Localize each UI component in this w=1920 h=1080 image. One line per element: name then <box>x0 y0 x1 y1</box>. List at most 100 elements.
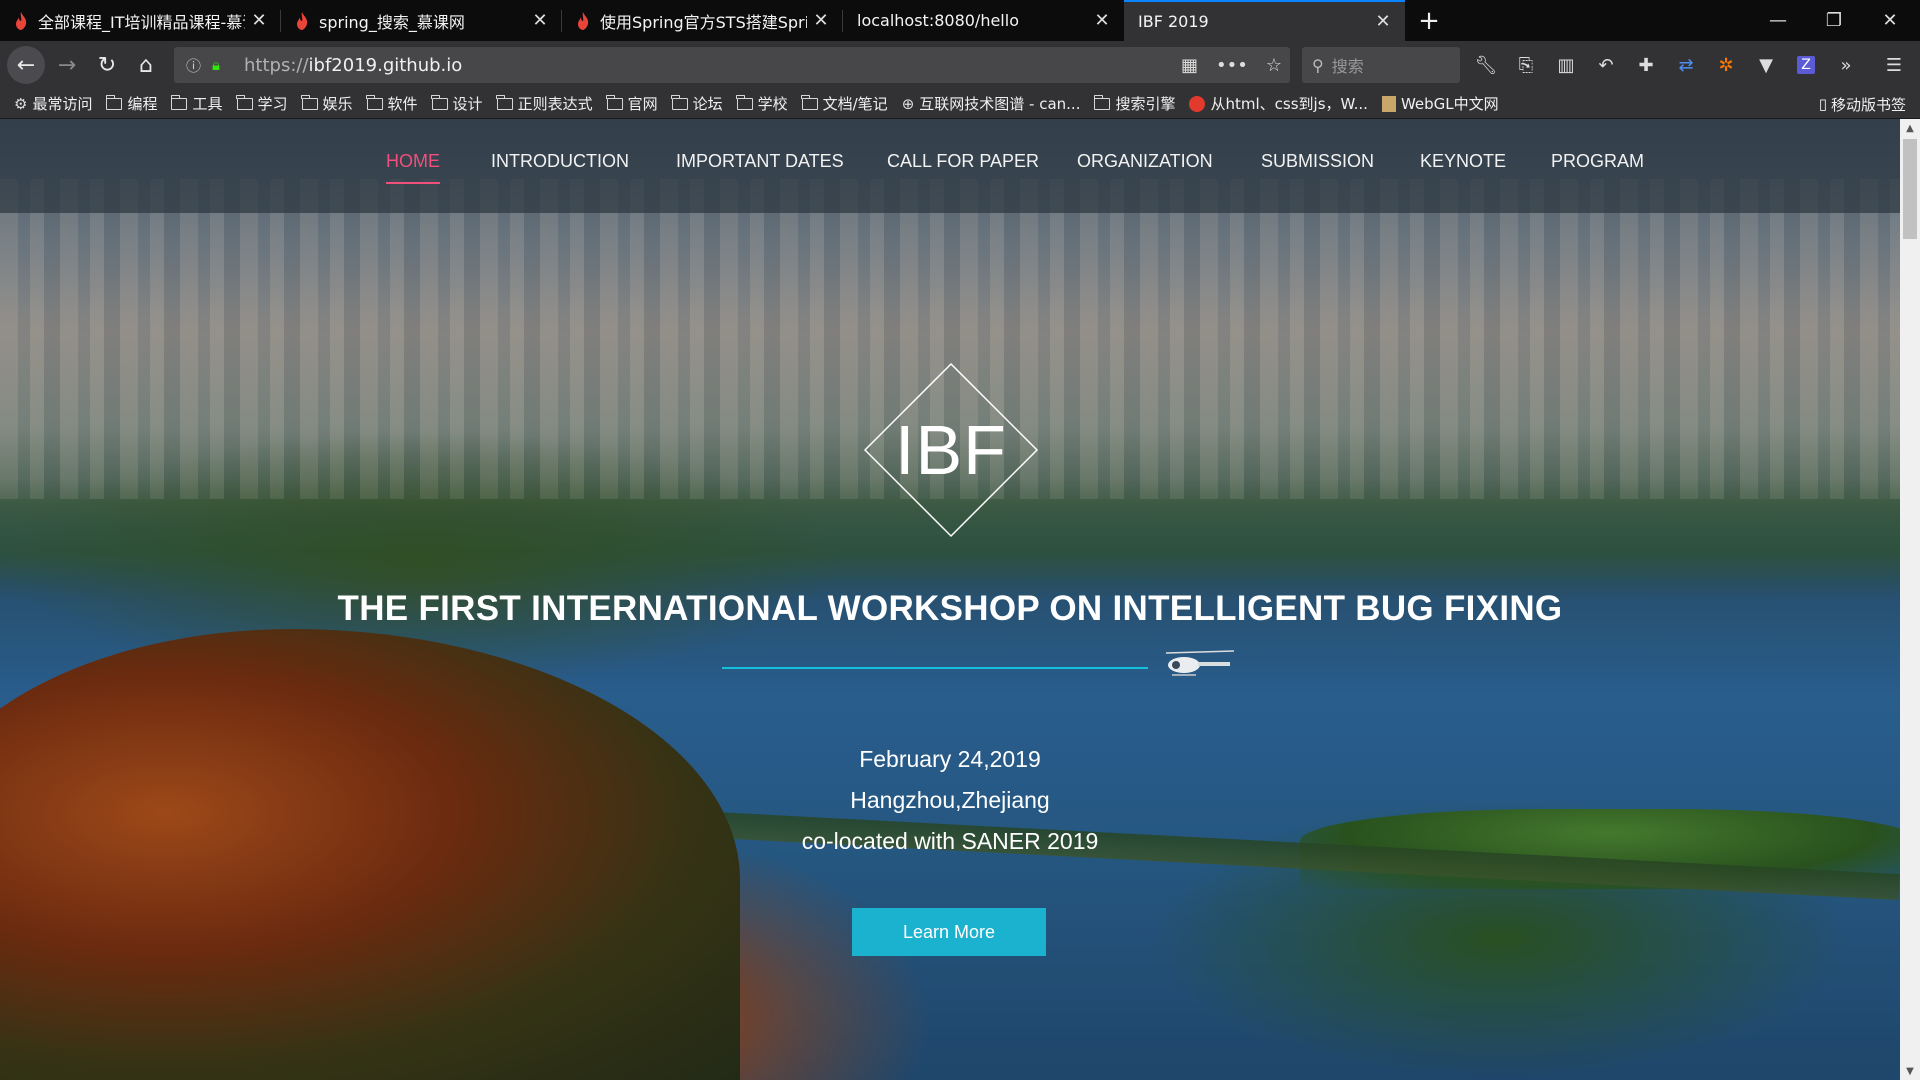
minimize-button[interactable]: — <box>1750 0 1806 41</box>
info-icon[interactable]: ⓘ <box>186 55 206 76</box>
bookmark-label: 编程 <box>127 95 158 113</box>
bookmark-label: 娱乐 <box>322 95 353 113</box>
mobile-bookmarks-label: 移动版书签 <box>1830 95 1906 114</box>
bookmark-star-icon[interactable]: ☆ <box>1266 55 1282 76</box>
addon-gear-icon[interactable]: ✲ <box>1710 49 1742 81</box>
event-colocated: co-located with SANER 2019 <box>801 828 1099 854</box>
nav-introduction[interactable]: INTRODUCTION <box>491 151 629 172</box>
tab-title: localhost:8080/hello <box>857 11 1019 30</box>
reload-button[interactable]: ↻ <box>90 48 124 82</box>
mobile-bookmarks[interactable]: ▯ 移动版书签 <box>1819 89 1906 119</box>
event-location: Hangzhou,Zhejiang <box>850 787 1050 813</box>
home-icon: ⌂ <box>139 52 153 78</box>
globe-icon: ⊕ <box>901 94 915 113</box>
tab-close-icon[interactable]: ✕ <box>245 7 273 35</box>
extension-puzzle-icon[interactable]: ✚ <box>1630 49 1662 81</box>
bookmark-folder[interactable]: 文档/笔记 <box>801 93 888 114</box>
html-badge-icon <box>1189 95 1206 112</box>
scroll-down-arrow-icon[interactable]: ▼ <box>1900 1062 1920 1080</box>
scroll-up-arrow-icon[interactable]: ▲ <box>1900 119 1920 137</box>
nav-keynote[interactable]: KEYNOTE <box>1420 151 1506 172</box>
home-button[interactable]: ⌂ <box>129 48 163 82</box>
tab-ibf-2019[interactable]: IBF 2019 ✕ <box>1124 0 1405 41</box>
folder-icon <box>105 94 123 110</box>
bookmark-folder[interactable]: 编程 <box>105 93 158 114</box>
folder-icon <box>301 94 318 110</box>
url-text[interactable]: https://ibf2019.github.io <box>244 55 462 76</box>
bookmark-link[interactable]: 从html、css到js，W... <box>1189 93 1368 114</box>
phone-icon: ▯ <box>1818 95 1827 113</box>
title-divider <box>722 667 1148 669</box>
tab-localhost-hello[interactable]: localhost:8080/hello ✕ <box>843 0 1124 41</box>
folder-icon <box>671 94 688 110</box>
scrollbar-thumb[interactable] <box>1903 139 1917 239</box>
folder-icon <box>236 94 253 110</box>
folder-icon <box>801 94 818 110</box>
url-host: ibf2019.github.io <box>308 54 463 76</box>
wrench-icon[interactable]: 🔧︎ <box>1470 49 1502 81</box>
folder-icon <box>736 94 753 110</box>
tab-spring-sts[interactable]: 使用Spring官方STS搭建Sprinc ✕ <box>562 0 843 41</box>
bookmark-folder[interactable]: 正则表达式 <box>496 93 593 114</box>
tab-close-icon[interactable]: ✕ <box>1369 8 1397 36</box>
back-button[interactable]: ← <box>7 46 45 84</box>
close-window-button[interactable]: ✕ <box>1862 0 1918 41</box>
lock-icon[interactable]: 🔒︎ <box>212 56 232 74</box>
menu-hamburger-icon[interactable]: ☰ <box>1878 49 1910 81</box>
page-viewport: HOME INTRODUCTION IMPORTANT DATES CALL F… <box>0 119 1900 1080</box>
bookmark-label: 文档/笔记 <box>822 95 888 113</box>
bookmark-folder[interactable]: 学校 <box>736 93 788 114</box>
nav-important-dates[interactable]: IMPORTANT DATES <box>676 151 844 172</box>
site-navigation: HOME INTRODUCTION IMPORTANT DATES CALL F… <box>0 119 1900 213</box>
bookmark-folder[interactable]: 搜索引擎 <box>1093 93 1175 114</box>
zotero-icon[interactable]: Z <box>1790 49 1822 81</box>
bookmark-folder[interactable]: 论坛 <box>671 93 723 114</box>
reader-view-icon[interactable]: ▥ <box>1550 49 1582 81</box>
flame-icon <box>297 11 308 30</box>
restore-button[interactable]: ❐ <box>1806 0 1862 41</box>
tab-close-icon[interactable]: ✕ <box>807 7 835 35</box>
vertical-scrollbar[interactable]: ▲ ▼ <box>1900 119 1920 1080</box>
bookmark-folder[interactable]: 软件 <box>366 93 418 114</box>
folder-icon <box>431 94 448 110</box>
search-input[interactable]: ⚲ 搜索 <box>1302 47 1460 83</box>
bookmark-link[interactable]: ⊕ 互联网技术图谱 - can... <box>902 93 1081 114</box>
url-bar[interactable]: ⓘ 🔒︎ https://ibf2019.github.io ▦ ••• ☆ <box>174 47 1290 83</box>
nav-call-for-paper[interactable]: CALL FOR PAPER <box>887 151 1039 172</box>
browser-window: 全部课程_IT培训精品课程-慕课 ✕ spring_搜索_慕课网 ✕ 使用Spr… <box>0 0 1920 1080</box>
forward-button[interactable]: → <box>50 48 84 82</box>
translate-icon[interactable]: ⇄ <box>1670 49 1702 81</box>
vue-devtools-icon[interactable]: ▼ <box>1750 49 1782 81</box>
nav-program[interactable]: PROGRAM <box>1551 151 1644 172</box>
arrow-left-icon: ← <box>16 52 36 78</box>
reload-icon: ↻ <box>97 52 117 78</box>
new-tab-button[interactable]: + <box>1409 0 1449 41</box>
overflow-chevron-icon[interactable]: » <box>1830 49 1862 81</box>
tab-spring-search[interactable]: spring_搜索_慕课网 ✕ <box>281 0 562 41</box>
navigation-toolbar: ← → ↻ ⌂ ⓘ 🔒︎ https://ibf2019.github.io ▦… <box>0 41 1920 89</box>
page-actions-icon[interactable]: ••• <box>1216 55 1248 76</box>
bookmark-folder[interactable]: 工具 <box>170 93 223 114</box>
tab-close-icon[interactable]: ✕ <box>526 7 554 35</box>
nav-home[interactable]: HOME <box>386 151 440 184</box>
logo-text: IBF <box>895 411 1007 489</box>
bookmark-folder[interactable]: 学习 <box>236 93 288 114</box>
flame-icon <box>16 11 27 30</box>
flame-icon <box>578 11 589 30</box>
bookmark-folder[interactable]: 设计 <box>431 93 483 114</box>
tab-imooc-courses[interactable]: 全部课程_IT培训精品课程-慕课 ✕ <box>0 0 281 41</box>
bookmark-label: 论坛 <box>692 95 723 113</box>
qr-code-icon[interactable]: ▦ <box>1181 55 1198 76</box>
nav-submission[interactable]: SUBMISSION <box>1261 151 1374 172</box>
search-placeholder: 搜索 <box>1331 57 1364 76</box>
bookmark-link[interactable]: WebGL中文网 <box>1381 93 1499 114</box>
learn-more-button[interactable]: Learn More <box>852 908 1046 956</box>
bookmark-most-visited[interactable]: ⚙ 最常访问 <box>14 93 92 114</box>
bookmark-folder[interactable]: 娱乐 <box>301 93 353 114</box>
workshop-title: THE FIRST INTERNATIONAL WORKSHOP ON INTE… <box>337 589 1563 628</box>
undo-icon[interactable]: ↶ <box>1590 49 1622 81</box>
nav-organization[interactable]: ORGANIZATION <box>1077 151 1213 172</box>
bookmark-folder[interactable]: 官网 <box>606 93 658 114</box>
tab-close-icon[interactable]: ✕ <box>1088 7 1116 35</box>
screenshot-icon[interactable]: ⎘ <box>1510 49 1542 81</box>
